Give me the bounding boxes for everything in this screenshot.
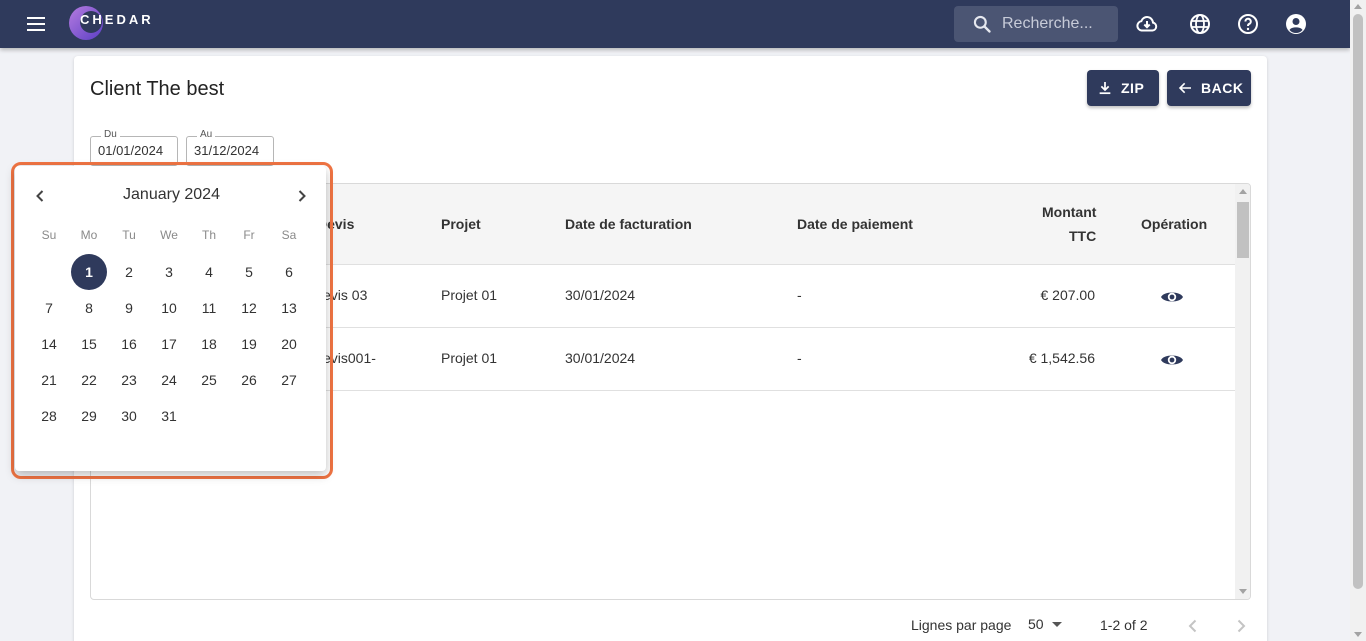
calendar-day[interactable]: 24 xyxy=(151,362,187,398)
cloud-download-icon[interactable] xyxy=(1135,12,1159,36)
cell-date-paiement: - xyxy=(797,350,802,366)
globe-icon[interactable] xyxy=(1188,12,1212,36)
weekday-label: Fr xyxy=(243,228,255,242)
cell-date-facturation: 30/01/2024 xyxy=(565,350,636,366)
date-to-label: Au xyxy=(197,129,216,140)
calendar-day[interactable]: 27 xyxy=(271,362,307,398)
logo-text: CHEDAR xyxy=(80,12,154,27)
cell-date-paiement: - xyxy=(797,287,802,303)
scroll-down-icon[interactable] xyxy=(1354,632,1362,637)
calendar-day[interactable]: 14 xyxy=(31,326,67,362)
top-app-bar: CHEDAR xyxy=(0,0,1350,48)
col-montant-ttc: TTC xyxy=(1069,228,1097,244)
calendar-day[interactable]: 2 xyxy=(111,254,147,290)
scroll-down-icon[interactable] xyxy=(1239,589,1247,594)
account-icon[interactable] xyxy=(1284,12,1308,36)
calendar-month-label[interactable]: January 2024 xyxy=(15,186,326,204)
scrollbar-thumb[interactable] xyxy=(1237,202,1249,258)
cell-montant: € 207.00 xyxy=(1040,287,1096,303)
back-label: BACK xyxy=(1201,80,1244,96)
view-icon[interactable] xyxy=(1160,348,1184,372)
weekday-label: We xyxy=(160,228,178,242)
col-projet[interactable]: Projet xyxy=(441,216,481,232)
chevron-right-icon xyxy=(1237,619,1246,633)
scroll-up-icon[interactable] xyxy=(1239,189,1247,194)
calendar-day[interactable]: 23 xyxy=(111,362,147,398)
weekday-label: Th xyxy=(201,228,216,242)
help-icon[interactable] xyxy=(1236,12,1260,36)
zip-button[interactable]: ZIP xyxy=(1087,70,1159,106)
weekday-label: Su xyxy=(41,228,57,242)
search-box[interactable] xyxy=(954,6,1118,42)
rows-per-page-select[interactable]: 50 xyxy=(1028,616,1062,632)
scroll-up-icon[interactable] xyxy=(1354,4,1362,9)
page-scrollbar[interactable] xyxy=(1350,0,1366,641)
cell-projet: Projet 01 xyxy=(441,350,498,366)
calendar-day[interactable]: 10 xyxy=(151,290,187,326)
weekday-label: Mo xyxy=(80,228,98,242)
download-icon xyxy=(1099,82,1111,95)
cell-montant: € 1,542.56 xyxy=(1028,350,1095,366)
weekday-label: Tu xyxy=(122,228,136,242)
scrollbar-thumb[interactable] xyxy=(1353,14,1363,589)
chevron-left-icon xyxy=(1188,619,1197,633)
pagination-range: 1-2 of 2 xyxy=(1100,617,1148,633)
calendar-day[interactable]: 19 xyxy=(231,326,267,362)
view-icon[interactable] xyxy=(1160,285,1184,309)
calendar-day[interactable]: 29 xyxy=(71,398,107,434)
calendar-day[interactable]: 18 xyxy=(191,326,227,362)
calendar-day[interactable]: 16 xyxy=(111,326,147,362)
col-date-facturation[interactable]: Date de facturation xyxy=(565,216,692,232)
cell-date-facturation: 30/01/2024 xyxy=(565,287,636,303)
weekday-label: Sa xyxy=(281,228,297,242)
calendar-day[interactable]: 11 xyxy=(191,290,227,326)
col-date-paiement[interactable]: Date de paiement xyxy=(797,216,913,232)
previous-page-button[interactable] xyxy=(1181,614,1205,638)
calendar-day[interactable]: 25 xyxy=(191,362,227,398)
calendar-day[interactable]: 20 xyxy=(271,326,307,362)
next-page-button[interactable] xyxy=(1229,614,1253,638)
cell-projet: Projet 01 xyxy=(441,287,498,303)
calendar-day[interactable]: 28 xyxy=(31,398,67,434)
table-scrollbar[interactable] xyxy=(1235,184,1250,599)
date-from-input[interactable] xyxy=(98,143,174,158)
zip-label: ZIP xyxy=(1121,80,1145,96)
calendar-day[interactable]: 15 xyxy=(71,326,107,362)
calendar-day[interactable]: 13 xyxy=(271,290,307,326)
next-month-button[interactable] xyxy=(290,184,314,208)
app-logo[interactable]: CHEDAR xyxy=(66,3,166,43)
calendar-day[interactable]: 7 xyxy=(31,290,67,326)
calendar-day[interactable]: 30 xyxy=(111,398,147,434)
calendar-day[interactable]: 9 xyxy=(111,290,147,326)
calendar-day[interactable]: 3 xyxy=(151,254,187,290)
chevron-right-icon xyxy=(298,190,306,202)
page-title: Client The best xyxy=(90,78,225,100)
calendar-day[interactable]: 31 xyxy=(151,398,187,434)
caret-down-icon xyxy=(1051,621,1062,627)
calendar-day[interactable]: 26 xyxy=(231,362,267,398)
calendar-day[interactable]: 22 xyxy=(71,362,107,398)
arrow-back-icon xyxy=(1178,82,1191,94)
calendar-day[interactable]: 8 xyxy=(71,290,107,326)
date-from-label: Du xyxy=(101,129,120,140)
back-button[interactable]: BACK xyxy=(1167,70,1251,106)
search-icon xyxy=(973,15,991,33)
rows-per-page-value: 50 xyxy=(1028,616,1044,632)
calendar-day[interactable]: 1 xyxy=(71,254,107,290)
calendar-day[interactable]: 12 xyxy=(231,290,267,326)
rows-per-page-label: Lignes par page xyxy=(911,617,1012,633)
calendar-day[interactable]: 17 xyxy=(151,326,187,362)
date-picker-calendar: January 2024 Su Mo Tu We Th Fr Sa 1 2 3 4 5 6 7 8 9 10 11… xyxy=(15,166,326,471)
search-input[interactable] xyxy=(1002,6,1112,42)
date-to-input[interactable] xyxy=(194,143,270,158)
calendar-day[interactable]: 21 xyxy=(31,362,67,398)
calendar-day[interactable]: 5 xyxy=(231,254,267,290)
calendar-day[interactable]: 6 xyxy=(271,254,307,290)
col-operation: Opération xyxy=(1141,216,1208,232)
col-montant[interactable]: Montant xyxy=(1042,204,1096,220)
menu-icon[interactable] xyxy=(24,12,48,36)
calendar-day[interactable]: 4 xyxy=(191,254,227,290)
